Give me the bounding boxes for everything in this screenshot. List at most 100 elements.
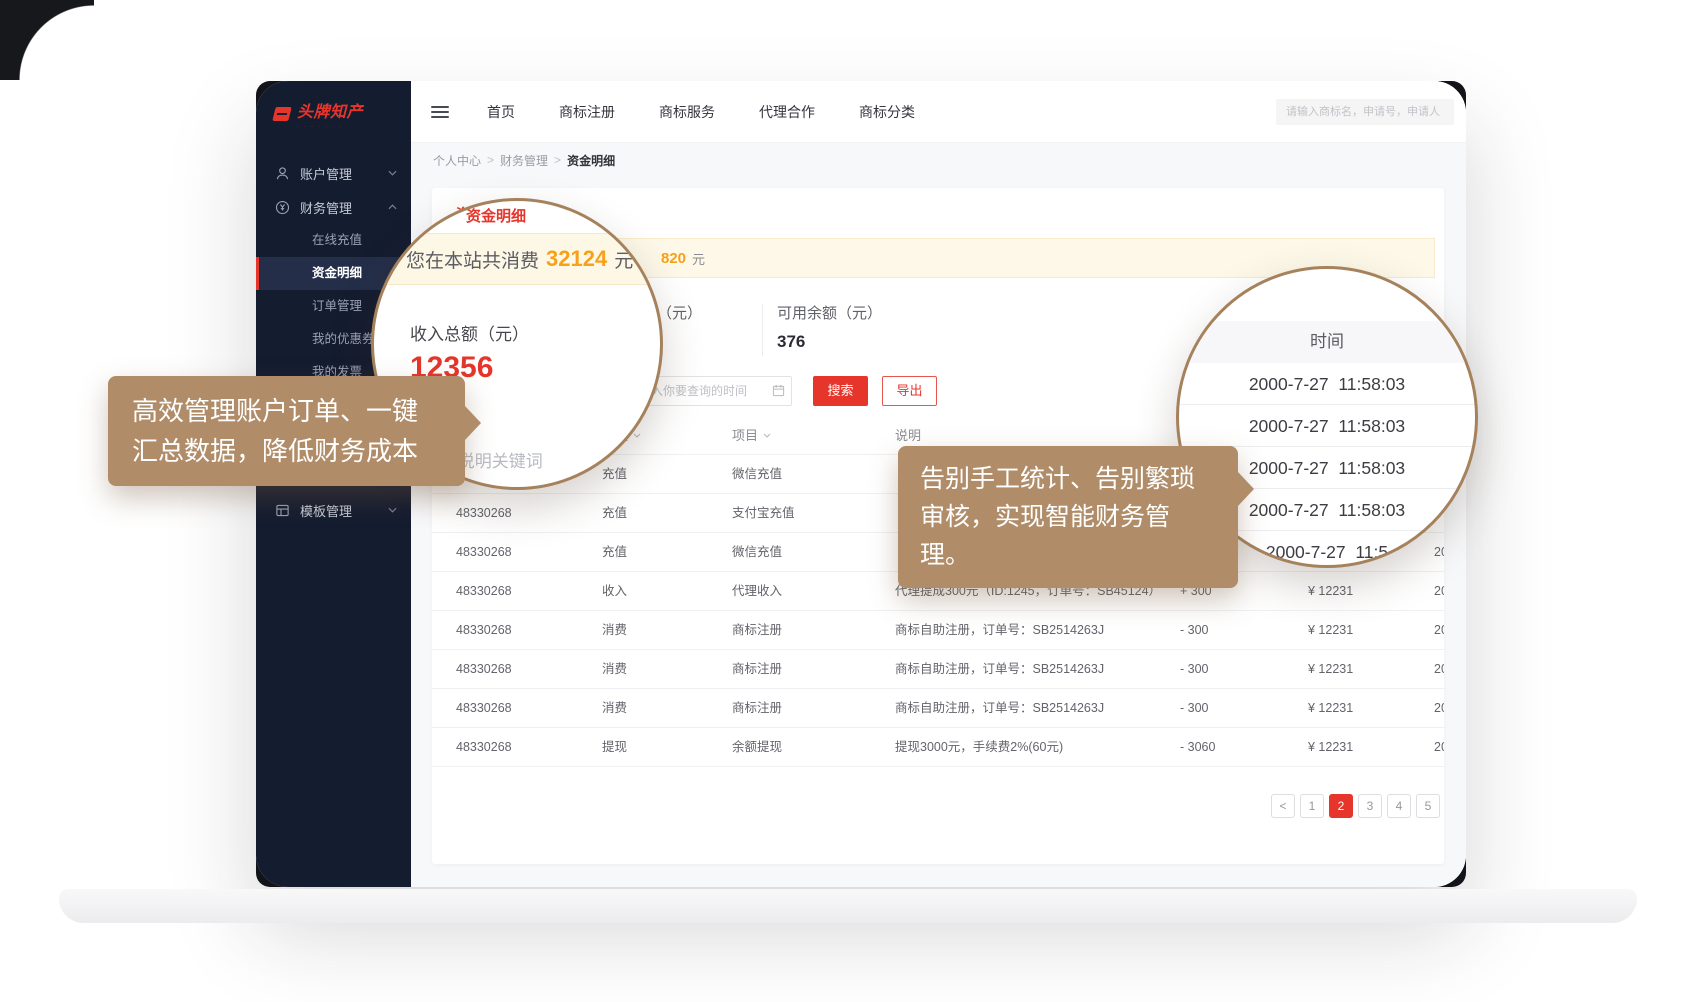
magnified-income-label: 收入总额（元） <box>410 320 529 345</box>
table-cell: - 300 <box>1180 650 1209 689</box>
magnified-time-row: 2000-7-27 11:58:03 <box>1179 405 1475 447</box>
table-cell: 2000-7-27 11:58:03 <box>1434 689 1444 728</box>
topnav-tabs: 首页 商标注册 商标服务 代理合作 商标分类 <box>487 102 915 122</box>
breadcrumb-separator: > <box>554 153 561 167</box>
brand-logo-tagline: · · · · · · · <box>297 124 363 130</box>
tooltip-right-line1: 告别手工统计、告别繁琐 <box>920 460 1216 498</box>
laptop-base <box>59 889 1637 923</box>
table-cell: 2000-7-27 11:58:03 <box>1434 572 1444 611</box>
breadcrumb-item[interactable]: 财务管理 <box>500 152 548 169</box>
table-cell: 微信充值 <box>732 455 782 494</box>
sidebar-item-finance-management[interactable]: 财务管理 <box>256 190 411 224</box>
brand-logo[interactable]: 头牌知产 · · · · · · · <box>256 81 411 156</box>
sidebar-item-template-management[interactable]: 模板管理 <box>256 493 411 527</box>
table-cell: 48330268 <box>456 650 512 689</box>
hamburger-menu-icon[interactable] <box>431 106 449 118</box>
table-row: 48330268消费商标注册商标自助注册，订单号：SB2514263J- 300… <box>432 611 1444 650</box>
table-cell: 消费 <box>602 611 627 650</box>
magnified-banner: 您在本站共消费 32124 元 <box>371 233 663 285</box>
table-cell: 充值 <box>602 494 627 533</box>
template-icon <box>275 503 290 518</box>
table-cell: ¥ 12231 <box>1308 611 1353 650</box>
magnified-time-row: 2000-7-27 11:58:03 <box>1179 363 1475 405</box>
table-row: 48330268 消费 商标注册 商标自助注册，订单号：SB2514263J - 300… <box>432 650 1444 689</box>
banner-unit: 元 <box>692 249 705 268</box>
table-cell: 48330268 <box>456 689 512 728</box>
export-button[interactable]: 导出 <box>882 376 937 406</box>
table-cell: 微信充值 <box>732 533 782 572</box>
table-cell: 代理收入 <box>732 572 782 611</box>
tooltip-left-line2: 汇总数据，降低财务成本 <box>132 431 441 471</box>
table-cell: ¥ 12231 <box>1308 572 1353 611</box>
table-cell: 2000-7-27 11:58:03 <box>1434 728 1444 767</box>
search-input[interactable] <box>1276 99 1454 125</box>
brand-logo-icon <box>272 107 291 121</box>
table-cell: 收入 <box>602 572 627 611</box>
tooltip-left-line1: 高效管理账户订单、一键 <box>132 391 441 431</box>
table-cell: 提现3000元，手续费2%(60元) <box>895 728 1063 767</box>
table-cell: 商标自助注册，订单号：SB2514263J <box>895 689 1104 728</box>
table-cell: 商标注册 <box>732 689 782 728</box>
breadcrumb-item[interactable]: 资金明细 <box>567 152 615 169</box>
breadcrumb-separator: > <box>487 153 494 167</box>
pagination-page-4[interactable]: 4 <box>1387 794 1411 818</box>
table-cell: 48330268 <box>456 533 512 572</box>
pagination-page-3[interactable]: 3 <box>1358 794 1382 818</box>
table-cell: - 300 <box>1180 689 1209 728</box>
table-cell: - 3060 <box>1180 728 1215 767</box>
tooltip-right-line2: 审核，实现智能财务管 <box>920 498 1216 536</box>
table-cell: ¥ 12231 <box>1308 689 1353 728</box>
tooltip-right-line3: 理。 <box>920 536 1216 574</box>
page-background: 头牌知产 · · · · · · · 账户管理财务管理在线充值资金明细订单管理我… <box>0 0 1696 1002</box>
table-cell: 48330268 <box>456 572 512 611</box>
table-cell: ¥ 12231 <box>1308 650 1353 689</box>
table-cell: 48330268 <box>456 611 512 650</box>
pagination-page-5[interactable]: 5 <box>1416 794 1440 818</box>
pagination-page-1[interactable]: 1 <box>1300 794 1324 818</box>
magnified-tab-title: 资金明细 <box>466 205 526 226</box>
table-cell: 消费 <box>602 650 627 689</box>
caret-down-icon[interactable] <box>633 433 641 438</box>
tooltip-left: 高效管理账户订单、一键 汇总数据，降低财务成本 <box>108 376 465 486</box>
finance-icon <box>275 200 290 215</box>
chevron-down-icon <box>388 170 397 176</box>
nav-tab-商标分类[interactable]: 商标分类 <box>859 102 915 122</box>
nav-tab-首页[interactable]: 首页 <box>487 102 515 122</box>
table-cell: ¥ 12231 <box>1308 728 1353 767</box>
pagination: <12345> <box>1271 794 1444 818</box>
top-navbar: 首页 商标注册 商标服务 代理合作 商标分类 <box>411 81 1466 143</box>
breadcrumb: 个人中心 > 财务管理 > 资金明细 <box>411 143 1466 177</box>
table-cell: 48330268 <box>456 728 512 767</box>
nav-tab-代理合作[interactable]: 代理合作 <box>759 102 815 122</box>
pagination-prev[interactable]: < <box>1271 794 1295 818</box>
magnified-banner-value: 32124 <box>546 246 607 272</box>
table-cell: 商标注册 <box>732 650 782 689</box>
banner-value: 820 <box>661 250 686 267</box>
chevron-down-icon <box>388 507 397 513</box>
table-cell: - 300 <box>1180 611 1209 650</box>
breadcrumb-item[interactable]: 个人中心 <box>433 152 481 169</box>
table-row: 48330268 消费 商标注册 商标自助注册，订单号：SB2514263J - 300… <box>432 689 1444 728</box>
nav-tab-商标服务[interactable]: 商标服务 <box>659 102 715 122</box>
table-cell: 商标注册 <box>732 611 782 650</box>
table-cell: 商标自助注册，订单号：SB2514263J <box>895 650 1104 689</box>
brand-logo-text: 头牌知产 <box>297 105 363 121</box>
nav-tab-商标注册[interactable]: 商标注册 <box>559 102 615 122</box>
table-cell: 余额提现 <box>732 728 782 767</box>
stat-divider <box>762 304 763 356</box>
search-button[interactable]: 搜索 <box>813 376 868 406</box>
table-cell: 消费 <box>602 689 627 728</box>
stat-balance: 可用余额（元） 376 <box>777 302 882 352</box>
table-cell: 2000-7-27 11:58:03 <box>1434 611 1444 650</box>
magnified-time-header: 时间 <box>1179 321 1475 363</box>
sidebar-item-account-management[interactable]: 账户管理 <box>256 156 411 190</box>
table-cell: 2000-7-27 11:58:03 <box>1434 650 1444 689</box>
corner-decoration <box>0 0 94 80</box>
pagination-page-2[interactable]: 2 <box>1329 794 1353 818</box>
table-row: 48330268提现余额提现提现3000元，手续费2%(60元)- 3060¥ … <box>432 728 1444 767</box>
tooltip-right: 告别手工统计、告别繁琐 审核，实现智能财务管 理。 <box>898 446 1238 588</box>
column-header[interactable]: 项目 <box>732 416 771 455</box>
table-cell: 充值 <box>602 455 627 494</box>
caret-down-icon[interactable] <box>763 433 771 438</box>
user-icon <box>275 166 290 181</box>
